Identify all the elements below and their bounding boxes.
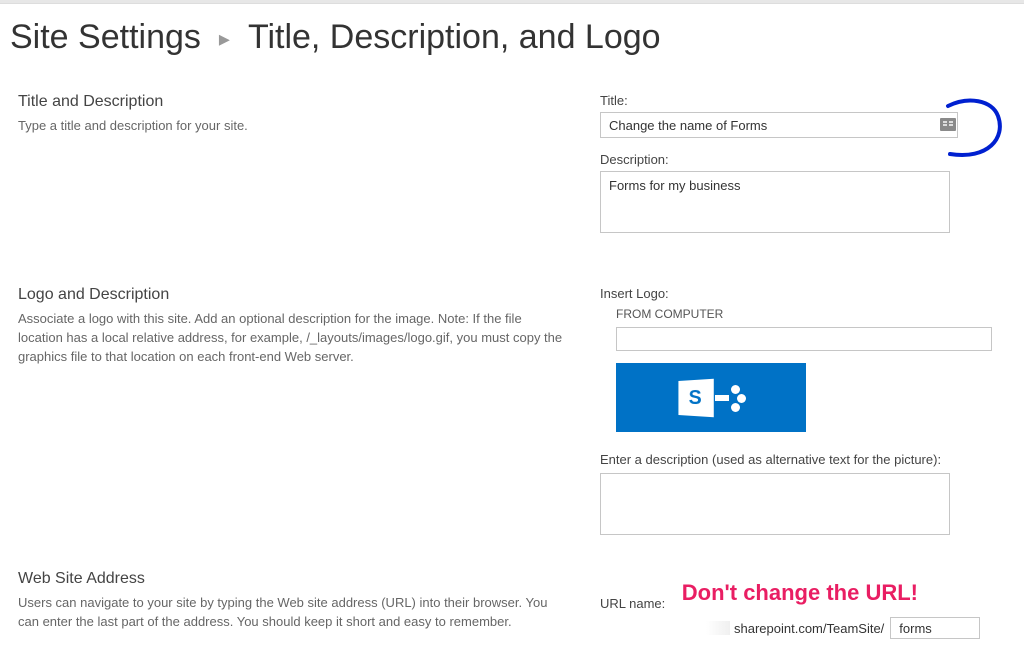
breadcrumb: Site Settings ▸ Title, Description, and … xyxy=(0,4,1024,67)
section-title-titledesc: Title and Description xyxy=(18,93,570,111)
logo-preview: S xyxy=(616,363,806,432)
title-field-label: Title: xyxy=(600,93,1014,108)
keyboard-icon xyxy=(940,118,956,131)
section-help-titledesc: Type a title and description for your si… xyxy=(18,117,570,136)
breadcrumb-separator-icon: ▸ xyxy=(219,26,230,52)
alt-description-input[interactable] xyxy=(600,473,950,535)
from-computer-label[interactable]: FROM COMPUTER xyxy=(616,307,1014,321)
section-title-logodesc: Logo and Description xyxy=(18,286,570,304)
logo-path-input[interactable] xyxy=(616,327,992,351)
breadcrumb-parent-link[interactable]: Site Settings xyxy=(10,18,201,57)
section-help-logodesc: Associate a logo with this site. Add an … xyxy=(18,310,570,367)
url-name-label: URL name: xyxy=(600,596,1014,611)
insert-logo-label: Insert Logo: xyxy=(600,286,1014,301)
url-fade xyxy=(706,621,730,635)
url-name-input[interactable] xyxy=(890,617,980,639)
alt-description-label: Enter a description (used as alternative… xyxy=(600,452,1014,467)
sharepoint-logo-icon: S xyxy=(677,380,745,416)
description-field-label: Description: xyxy=(600,152,1014,167)
breadcrumb-current: Title, Description, and Logo xyxy=(248,18,661,57)
description-input[interactable]: Forms for my business xyxy=(600,171,950,233)
url-prefix-text: sharepoint.com/TeamSite/ xyxy=(734,621,884,636)
section-help-webaddr: Users can navigate to your site by typin… xyxy=(18,594,570,632)
title-input[interactable] xyxy=(600,112,958,138)
section-title-webaddr: Web Site Address xyxy=(18,570,570,588)
